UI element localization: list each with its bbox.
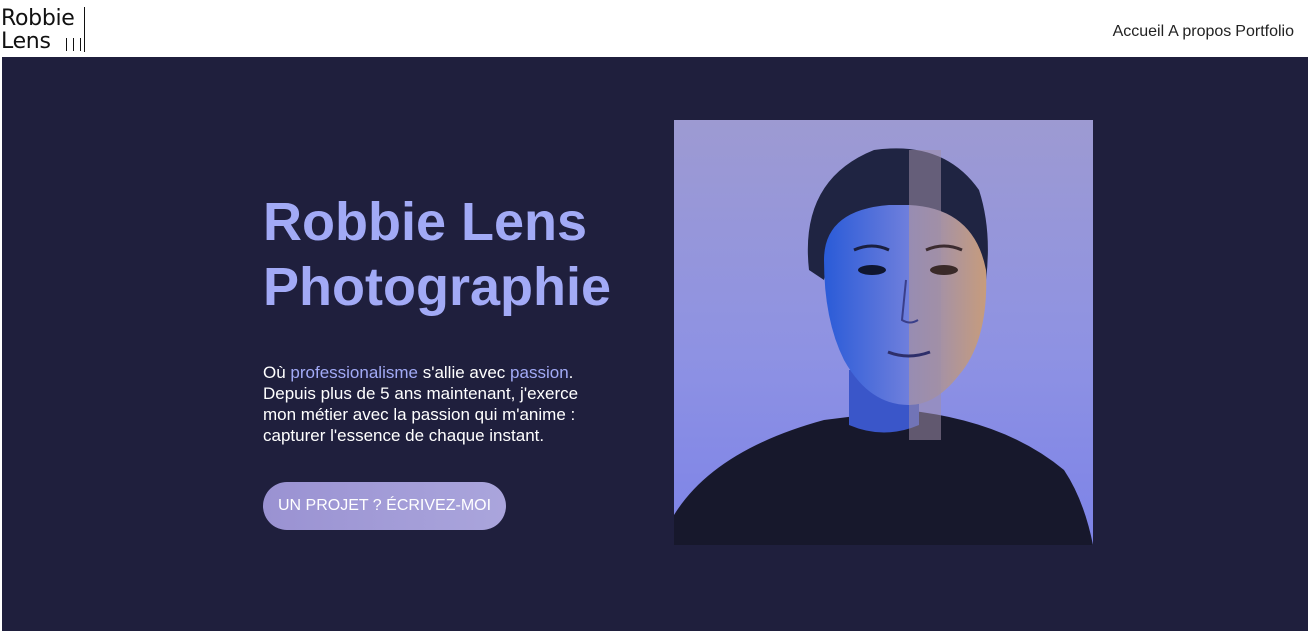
portrait-illustration bbox=[674, 148, 1093, 545]
desc-highlight-passion: passion bbox=[510, 363, 569, 382]
hero-title-line-1: Robbie Lens bbox=[263, 192, 588, 252]
logo[interactable]: Robbie Lens bbox=[1, 7, 87, 53]
nav-portfolio[interactable]: Portfolio bbox=[1235, 23, 1294, 41]
nav-a-propos[interactable]: A propos bbox=[1168, 23, 1231, 41]
desc-highlight-professionalisme: professionalisme bbox=[290, 363, 418, 382]
main-nav: Accueil A propos Portfolio bbox=[1113, 23, 1294, 41]
portrait-photo bbox=[674, 120, 1093, 545]
hero-title: Robbie Lens Photographie bbox=[263, 190, 683, 320]
hero-section bbox=[2, 57, 1308, 631]
hero-title-line-2: Photographie bbox=[263, 257, 611, 317]
hero-description: Où professionalisme s'allie avec passion… bbox=[263, 362, 608, 446]
desc-prefix: Où bbox=[263, 363, 291, 382]
site-header: Robbie Lens Accueil A propos Portfolio bbox=[0, 0, 1311, 57]
nav-accueil[interactable]: Accueil bbox=[1113, 23, 1165, 41]
logo-divider bbox=[84, 7, 85, 52]
logo-line-2: Lens bbox=[1, 29, 51, 54]
logo-bars-icon bbox=[64, 38, 84, 51]
logo-line-1: Robbie bbox=[1, 6, 75, 31]
contact-cta-button[interactable]: UN PROJET ? ÉCRIVEZ-MOI bbox=[263, 482, 506, 530]
desc-middle: s'allie avec bbox=[417, 363, 511, 382]
